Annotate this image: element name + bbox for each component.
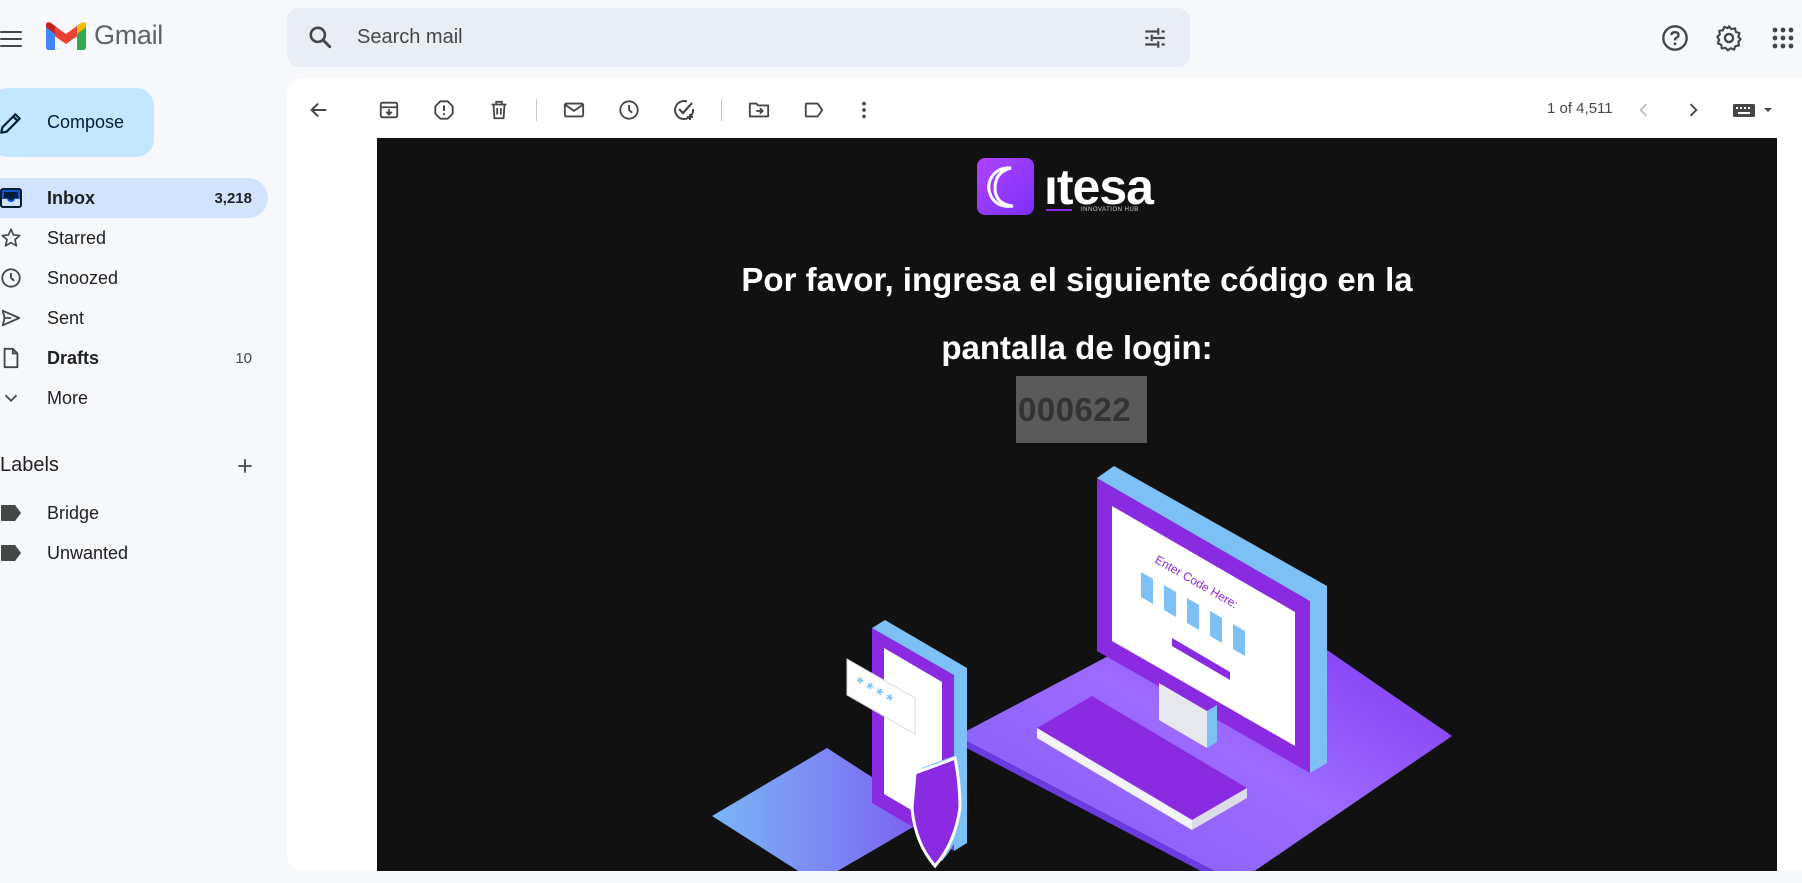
- chevron-down-icon: [0, 387, 24, 409]
- sidebar-item-label: Drafts: [47, 347, 100, 368]
- inbox-icon: [0, 187, 24, 209]
- header-apps: [1768, 18, 1798, 58]
- send-icon: [0, 307, 24, 329]
- email-body: ıtesa INNOVATION HUB Por favor, ingresa …: [377, 138, 1777, 871]
- search-input[interactable]: [357, 8, 1117, 67]
- report-spam-icon[interactable]: [430, 96, 458, 124]
- sidebar-item-drafts[interactable]: Drafts 10: [0, 338, 268, 378]
- sidebar-item-starred[interactable]: Starred: [0, 218, 268, 258]
- draft-count: 10: [235, 349, 252, 367]
- mark-unread-icon[interactable]: [560, 96, 588, 124]
- top-bar: Gmail: [0, 0, 1802, 78]
- gear-icon[interactable]: [1714, 18, 1744, 58]
- newer-icon[interactable]: [1630, 96, 1658, 124]
- sidebar-item-unwanted[interactable]: Unwanted: [0, 533, 268, 573]
- delete-icon[interactable]: [485, 96, 513, 124]
- header-settings: [1714, 18, 1744, 58]
- star-icon: [0, 227, 24, 249]
- compose-button[interactable]: Compose: [0, 88, 154, 157]
- gmail-logo[interactable]: Gmail: [46, 20, 163, 51]
- move-to-icon[interactable]: [745, 96, 773, 124]
- sidebar-item-more[interactable]: More: [0, 378, 268, 418]
- sidebar-item-label: More: [47, 387, 89, 408]
- pencil-icon: [0, 110, 24, 141]
- apps-grid-icon[interactable]: [1768, 18, 1798, 58]
- menu-icon-line: [0, 38, 22, 40]
- toolbar-divider: [721, 99, 722, 121]
- label-icon: [0, 542, 24, 564]
- security-illustration: Enter Code Here: * * * *: [712, 466, 1452, 871]
- sidebar-item-label: Sent: [47, 307, 85, 328]
- app-name: Gmail: [94, 20, 164, 50]
- sidebar-nav: Inbox 3,218 Starred Snoozed Sent Drafts …: [0, 178, 268, 418]
- sidebar-item-snoozed[interactable]: Snoozed: [0, 258, 268, 298]
- sidebar-item-bridge[interactable]: Bridge: [0, 493, 268, 533]
- help-icon[interactable]: [1660, 18, 1690, 58]
- draft-icon: [0, 347, 24, 369]
- label-icon: [0, 502, 24, 524]
- email-view: 1 of 4,511 ıtesa INNOVATION HUB Por favo…: [287, 78, 1802, 871]
- compose-label: Compose: [47, 112, 125, 132]
- snooze-icon[interactable]: [615, 96, 643, 124]
- pagination-count: 1 of 4,511: [1547, 100, 1613, 117]
- gmail-m-icon: [46, 21, 86, 50]
- search-options-icon[interactable]: [1142, 25, 1168, 51]
- unread-count: 3,218: [214, 189, 252, 207]
- toolbar-divider: [536, 99, 537, 121]
- label-icon[interactable]: [800, 96, 828, 124]
- sidebar-item-sent[interactable]: Sent: [0, 298, 268, 338]
- back-arrow-icon[interactable]: [305, 96, 333, 124]
- clock-icon: [0, 267, 24, 289]
- labels-list: Bridge Unwanted: [0, 493, 268, 573]
- archive-icon[interactable]: [375, 96, 403, 124]
- label-name: Bridge: [47, 502, 100, 523]
- more-vert-icon[interactable]: [850, 96, 878, 124]
- sidebar-item-label: Snoozed: [47, 267, 119, 288]
- labels-title: Labels: [0, 454, 59, 476]
- menu-icon-line: [0, 45, 22, 47]
- search-bar: [287, 8, 1190, 67]
- label-name: Unwanted: [47, 542, 129, 563]
- sidebar-item-label: Inbox: [47, 187, 95, 208]
- plus-icon[interactable]: [232, 452, 258, 480]
- add-task-icon[interactable]: [670, 96, 698, 124]
- labels-header: Labels: [0, 452, 268, 482]
- main-menu-button[interactable]: [0, 22, 26, 56]
- sidebar-item-label: Starred: [47, 227, 107, 248]
- header-actions: [1660, 18, 1690, 58]
- message-toolbar: 1 of 4,511: [287, 78, 1802, 138]
- older-icon[interactable]: [1679, 96, 1707, 124]
- sidebar-item-inbox[interactable]: Inbox 3,218: [0, 178, 268, 218]
- search-icon[interactable]: [307, 24, 333, 50]
- menu-icon-line: [0, 31, 22, 33]
- keyboard-icon[interactable]: [1727, 96, 1779, 124]
